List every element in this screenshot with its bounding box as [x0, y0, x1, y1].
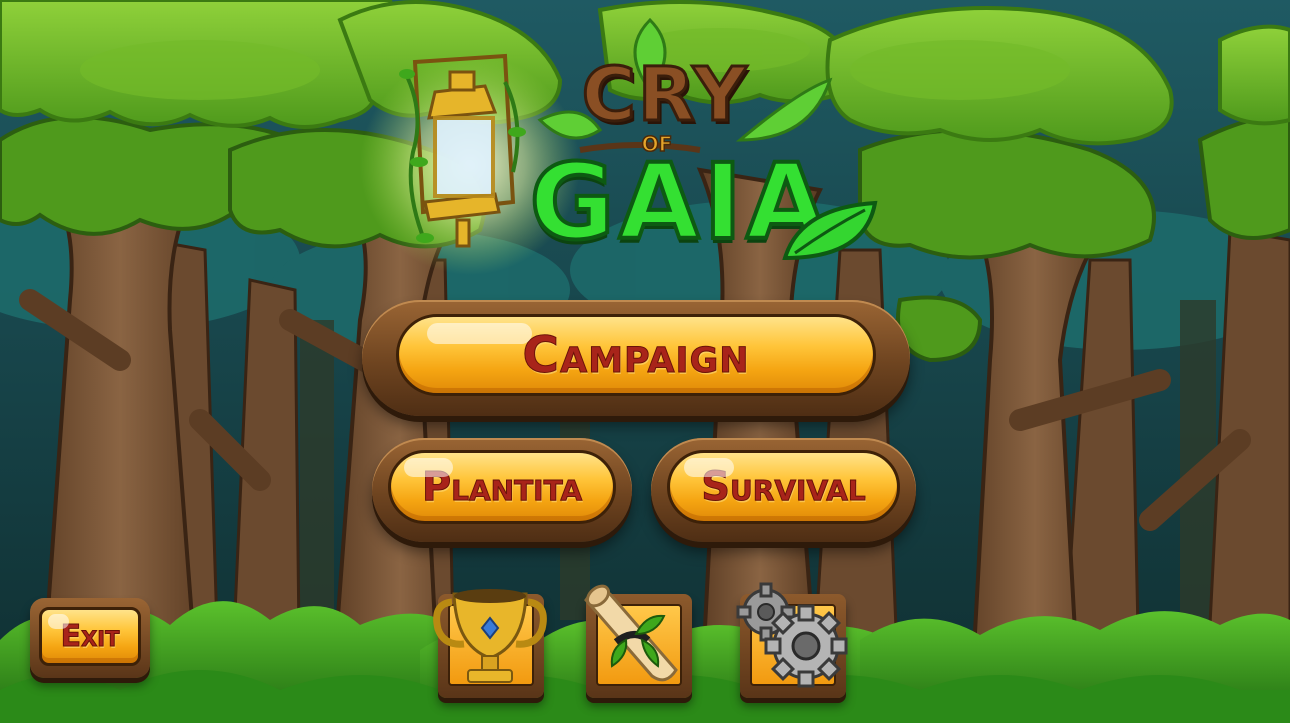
almanac-button[interactable] [584, 584, 692, 698]
lantern-icon [399, 53, 526, 248]
survival-button-face[interactable]: Survival [667, 450, 900, 524]
survival-button-label: Survival [701, 464, 866, 511]
exit-button[interactable]: Exit [30, 598, 150, 678]
plantita-button[interactable]: Plantita [372, 438, 632, 542]
gear-icon [736, 582, 848, 688]
achievements-button[interactable] [433, 589, 547, 698]
settings-button[interactable] [736, 582, 848, 698]
exit-button-face[interactable]: Exit [39, 607, 141, 666]
exit-button-label: Exit [60, 619, 120, 655]
campaign-button-face[interactable]: Campaign [396, 314, 876, 396]
campaign-button-label: Campaign [522, 326, 750, 385]
logo-leaf-icon [782, 200, 878, 261]
scroll-icon [584, 584, 678, 682]
plantita-button-face[interactable]: Plantita [388, 450, 616, 524]
survival-button[interactable]: Survival [651, 438, 916, 542]
trophy-icon [433, 589, 547, 683]
plantita-button-label: Plantita [421, 464, 583, 511]
campaign-button[interactable]: Campaign [362, 300, 910, 416]
